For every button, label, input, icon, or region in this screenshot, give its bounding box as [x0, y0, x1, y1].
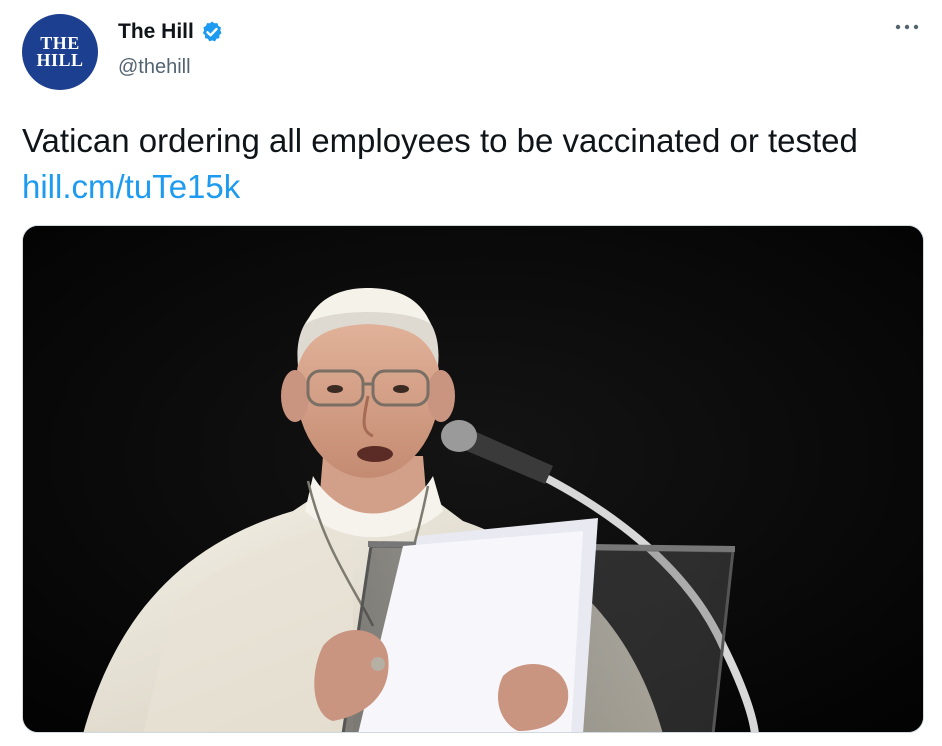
tweet-body: Vatican ordering all employees to be vac… — [22, 122, 858, 159]
author-name[interactable]: The Hill — [118, 20, 194, 44]
more-options-icon[interactable] — [894, 22, 920, 32]
photo-image — [23, 226, 923, 732]
author-handle[interactable]: @thehill — [118, 56, 191, 79]
author-name-row: The Hill — [118, 20, 224, 44]
tweet-link[interactable]: hill.cm/tuTe15k — [22, 168, 240, 205]
verified-badge-icon — [202, 21, 222, 42]
author-avatar[interactable]: THE HILL — [22, 14, 98, 90]
avatar-line-2: HILL — [36, 50, 84, 70]
tweet-text: Vatican ordering all employees to be vac… — [22, 118, 902, 210]
tweet-media[interactable] — [22, 225, 924, 733]
